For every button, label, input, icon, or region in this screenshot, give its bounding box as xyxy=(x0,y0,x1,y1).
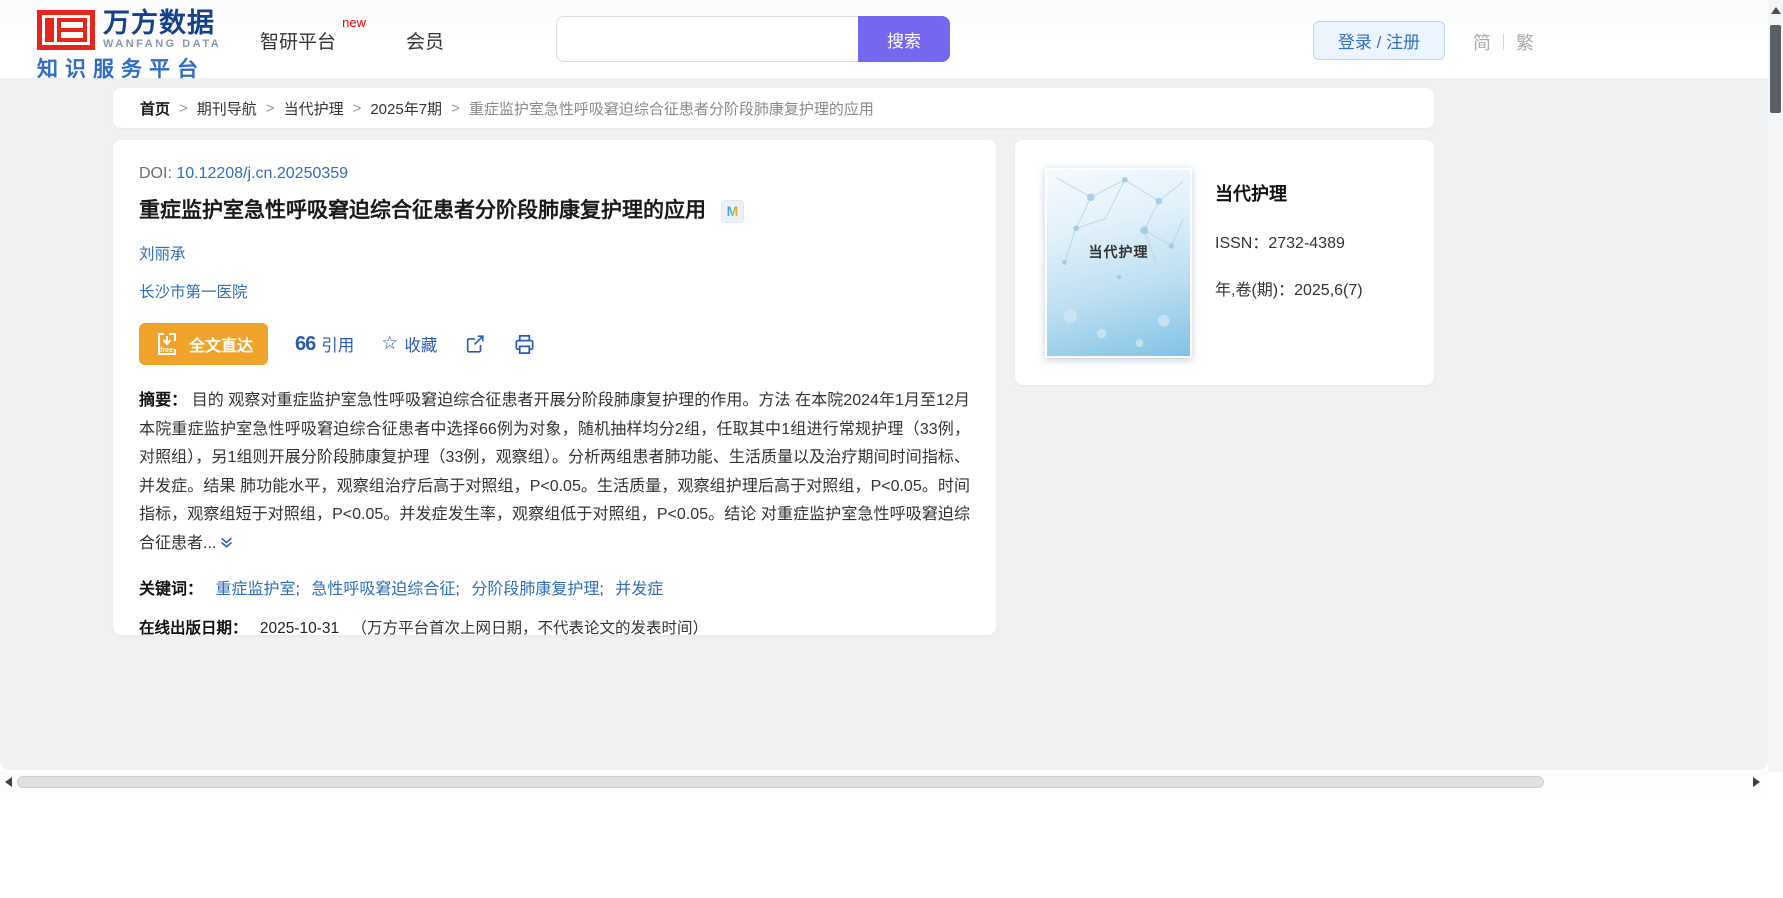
breadcrumb-current: 重症监护室急性呼吸窘迫综合征患者分阶段肺康复护理的应用 xyxy=(468,100,874,118)
favorite-button[interactable]: ☆ 收藏 xyxy=(381,332,437,356)
search-button[interactable]: 搜索 xyxy=(858,16,950,62)
keyword-link[interactable]: 并发症 xyxy=(615,581,663,598)
keywords-label: 关键词： xyxy=(139,580,204,598)
print-button[interactable] xyxy=(513,333,536,356)
doi-row: DOI: 10.12208/j.cn.20250359 xyxy=(139,165,970,183)
journal-name[interactable]: 当代护理 xyxy=(1215,180,1363,206)
issn-label: ISSN： xyxy=(1215,235,1269,252)
pubdate-label: 在线出版日期： xyxy=(139,619,248,635)
lang-traditional[interactable]: 繁 xyxy=(1516,29,1534,55)
journal-volume-row: 年,卷(期)：2025,6(7) xyxy=(1215,276,1363,300)
search-box: 搜索 xyxy=(556,16,950,62)
nav-item-member[interactable]: 会员 xyxy=(406,27,444,54)
main-nav: 智研平台 new 会员 xyxy=(260,15,444,54)
journal-cover[interactable]: 当代护理 xyxy=(1045,168,1192,358)
breadcrumb-separator: > xyxy=(265,99,275,117)
scroll-left-arrow-icon[interactable] xyxy=(5,777,12,787)
new-badge: new xyxy=(342,15,367,30)
abstract-text: 目的 观察对重症监护室急性呼吸窘迫综合征患者开展分阶段肺康复护理的作用。方法 在… xyxy=(139,392,970,552)
breadcrumb-journal-nav[interactable]: 期刊导航 xyxy=(197,98,257,119)
fulltext-button[interactable]: free 全文直达 xyxy=(139,323,269,365)
wanfang-logo-icon xyxy=(37,9,95,50)
share-icon xyxy=(467,335,484,353)
breadcrumb-journal[interactable]: 当代护理 xyxy=(284,98,344,119)
cite-button[interactable]: 66 引用 xyxy=(295,332,354,356)
nav-item-zhiyan[interactable]: 智研平台 new xyxy=(260,15,366,54)
breadcrumb: 首页 > 期刊导航 > 当代护理 > 2025年7期 > 重症监护室急性呼吸窘迫… xyxy=(113,88,1434,128)
keywords-row: 关键词： 重症监护室; 急性呼吸窘迫综合征; 分阶段肺康复护理; 并发症 xyxy=(139,580,664,598)
scroll-up-arrow-icon[interactable] xyxy=(1771,7,1781,14)
breadcrumb-separator: > xyxy=(179,99,188,117)
article-card: DOI: 10.12208/j.cn.20250359 重症监护室急性呼吸窘迫综… xyxy=(113,140,996,635)
pubdate-note: （万方平台首次上网日期，不代表论文的发表时间） xyxy=(351,619,708,635)
journal-cover-title: 当代护理 xyxy=(1088,244,1149,260)
abstract-label: 摘要： xyxy=(139,392,188,409)
chevron-double-down-icon xyxy=(221,537,233,548)
quote-icon: 66 xyxy=(295,333,316,355)
free-download-icon: free xyxy=(158,333,176,355)
doi-label: DOI: xyxy=(139,165,172,182)
search-input[interactable] xyxy=(556,16,858,62)
breadcrumb-separator: > xyxy=(451,99,460,117)
breadcrumb-issue[interactable]: 2025年7期 xyxy=(370,98,442,119)
abstract: 摘要： 目的 观察对重症监护室急性呼吸窘迫综合征患者开展分阶段肺康复护理的作用。… xyxy=(139,387,970,562)
institution-link[interactable]: 长沙市第一医院 xyxy=(139,284,248,301)
vertical-scrollbar[interactable] xyxy=(1768,0,1783,772)
wanfang-logo[interactable]: 万方数据 WANFANG DATA 知识服务平台 xyxy=(37,9,221,83)
doi-link[interactable]: 10.12208/j.cn.20250359 xyxy=(176,165,348,182)
issn-value: 2732-4389 xyxy=(1268,235,1345,252)
header: 万方数据 WANFANG DATA 知识服务平台 智研平台 new 会员 搜索 … xyxy=(0,0,1768,81)
cover-network-art xyxy=(1056,176,1184,348)
vertical-scrollbar-thumb[interactable] xyxy=(1770,25,1781,113)
login-register-button[interactable]: 登录 / 注册 xyxy=(1313,21,1445,60)
metric-badge[interactable]: M xyxy=(721,199,744,223)
star-icon: ☆ xyxy=(381,333,399,354)
expand-abstract-button[interactable] xyxy=(218,533,235,562)
scroll-right-arrow-icon[interactable] xyxy=(1753,777,1760,787)
language-switcher: 简 繁 xyxy=(1473,29,1534,55)
volume-value: 2025,6(7) xyxy=(1294,282,1363,299)
keyword-link[interactable]: 急性呼吸窘迫综合征 xyxy=(311,581,455,598)
pubdate-row: 在线出版日期： 2025-10-31 （万方平台首次上网日期，不代表论文的发表时… xyxy=(139,616,970,635)
volume-label: 年,卷(期)： xyxy=(1215,282,1295,299)
breadcrumb-home[interactable]: 首页 xyxy=(140,98,170,119)
lang-divider xyxy=(1503,34,1504,50)
print-icon xyxy=(515,334,534,354)
svg-text:free: free xyxy=(160,347,173,354)
share-button[interactable] xyxy=(464,333,486,355)
article-title: 重症监护室急性呼吸窘迫综合征患者分阶段肺康复护理的应用 xyxy=(139,199,706,222)
article-actions: free 全文直达 66 引用 ☆ 收藏 xyxy=(139,323,970,365)
journal-issn-row: ISSN：2732-4389 xyxy=(1215,229,1363,253)
pubdate-value: 2025-10-31 xyxy=(259,619,340,635)
author-link[interactable]: 刘丽承 xyxy=(139,246,186,263)
breadcrumb-separator: > xyxy=(352,99,362,117)
logo-subtitle: WANFANG DATA xyxy=(103,38,222,50)
journal-card: 当代护理 当代护理 ISSN：2732-4389 年,卷(期)：2025,6(7… xyxy=(1015,140,1434,385)
horizontal-scrollbar-thumb[interactable] xyxy=(17,776,1544,788)
keyword-link[interactable]: 重症监护室 xyxy=(215,581,295,598)
logo-title: 万方数据 xyxy=(103,8,215,38)
lang-simplified[interactable]: 简 xyxy=(1473,29,1491,55)
keyword-link[interactable]: 分阶段肺康复护理 xyxy=(471,581,599,598)
logo-tagline: 知识服务平台 xyxy=(37,58,205,81)
horizontal-scrollbar[interactable] xyxy=(0,771,1768,793)
